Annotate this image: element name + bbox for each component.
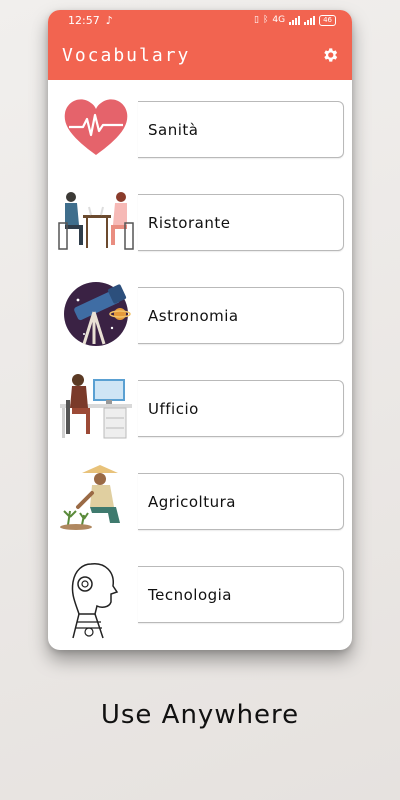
phone-frame: 12:57 ♪ ▯ ᛒ 4G 46 Vocabulary Sanità Rist… (48, 10, 352, 650)
network-type: 4G (272, 15, 286, 25)
category-card-ufficio[interactable]: Ufficio (138, 380, 344, 437)
gear-icon[interactable] (320, 45, 340, 65)
category-label: Astronomia (148, 306, 239, 325)
battery-indicator: 46 (319, 14, 336, 26)
restaurant-couple-icon (54, 183, 138, 257)
category-item[interactable]: Sanità (48, 90, 352, 183)
bluetooth-icon: ᛒ (262, 15, 269, 25)
app-bar: Vocabulary (48, 30, 352, 80)
app-title: Vocabulary (62, 44, 191, 66)
signal-icon (289, 15, 301, 25)
status-time: 12:57 (68, 13, 100, 27)
tagline: Use Anywhere (100, 700, 300, 730)
category-label: Agricoltura (148, 492, 236, 511)
category-card-ristorante[interactable]: Ristorante (138, 194, 344, 251)
category-card-astronomia[interactable]: Astronomia (138, 287, 344, 344)
category-item[interactable]: Agricoltura (48, 462, 352, 555)
music-note-icon: ♪ (105, 13, 113, 27)
farmer-icon (54, 462, 138, 536)
category-label: Ristorante (148, 213, 231, 232)
vibrate-icon: ▯ (254, 15, 259, 25)
status-bar: 12:57 ♪ ▯ ᛒ 4G 46 (48, 10, 352, 30)
robot-head-icon (54, 555, 138, 639)
category-label: Ufficio (148, 399, 199, 418)
office-desk-icon (54, 369, 138, 443)
category-item[interactable]: Ufficio (48, 369, 352, 462)
category-item[interactable]: Tecnologia (48, 555, 352, 648)
category-item[interactable]: Ristorante (48, 183, 352, 276)
category-label: Tecnologia (148, 585, 232, 604)
category-label: Sanità (148, 120, 199, 139)
category-item[interactable]: Astronomia (48, 276, 352, 369)
category-card-agricoltura[interactable]: Agricoltura (138, 473, 344, 530)
heart-pulse-icon (54, 90, 138, 164)
signal-icon-2 (304, 15, 316, 25)
category-card-tecnologia[interactable]: Tecnologia (138, 566, 344, 623)
category-card-sanita[interactable]: Sanità (138, 101, 344, 158)
telescope-icon (54, 276, 138, 350)
category-list: Sanità Ristorante Astronomia Ufficio Agr… (48, 80, 352, 648)
